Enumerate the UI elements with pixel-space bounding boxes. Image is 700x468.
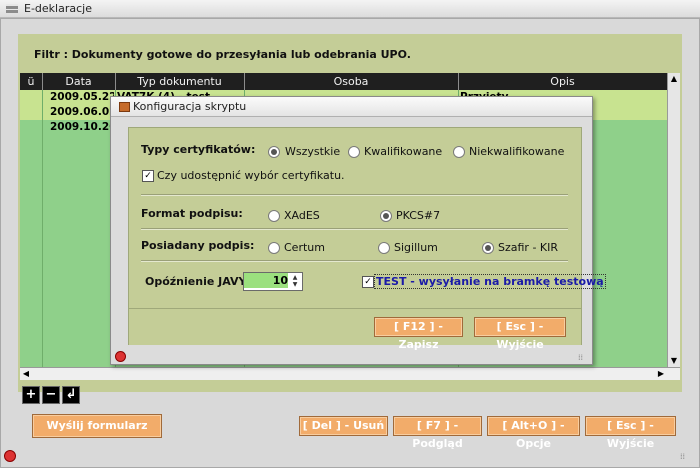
radio-signature-szafir[interactable]: [482, 242, 494, 254]
dialog-form: Typy certyfikatów: Wszystkie Kwalifikowa…: [128, 127, 606, 351]
send-form-button[interactable]: Wyślij formularz: [32, 414, 162, 438]
radio-format-xades[interactable]: [268, 210, 280, 222]
dialog-status-icon: [115, 351, 126, 362]
java-delay-stepper[interactable]: 10 ▲ ▼: [243, 272, 303, 291]
scroll-up-icon[interactable]: ▲: [668, 73, 680, 85]
dialog-title-bar[interactable]: Konfiguracja skryptu: [111, 97, 592, 117]
horizontal-scrollbar[interactable]: ◀ ▶: [20, 367, 680, 380]
radio-cert-unqualified[interactable]: [453, 146, 465, 158]
dialog-app-icon: [119, 102, 130, 112]
radio-cert-all[interactable]: [268, 146, 280, 158]
window-title-bar: E-deklaracje: [0, 0, 700, 18]
config-dialog: Konfiguracja skryptu Typy certyfikatów: …: [110, 96, 606, 365]
scroll-left-icon[interactable]: ◀: [20, 368, 32, 380]
radio-format-xades-label[interactable]: XAdES: [284, 209, 320, 222]
java-delay-label: Opóźnienie JAVY: [145, 275, 247, 288]
row-date: 2009.05.22: [50, 91, 114, 103]
filter-label: Filtr : Dokumenty gotowe do przesyłania …: [34, 48, 411, 61]
spin-down-icon[interactable]: ▼: [290, 281, 300, 288]
row-date: 2009.06.02: [50, 106, 114, 118]
format-label: Format podpisu:: [141, 207, 243, 220]
radio-cert-unqualified-label[interactable]: Niekwalifikowane: [469, 145, 564, 158]
plus-icon[interactable]: +: [22, 386, 40, 404]
radio-signature-certum-label[interactable]: Certum: [284, 241, 325, 254]
share-choice-checkbox[interactable]: ✓: [142, 170, 154, 182]
dialog-button-bar: [ F12 ] - Zapisz [ Esc ] - Wyjście: [129, 308, 581, 351]
radio-cert-all-label[interactable]: Wszystkie: [285, 145, 340, 158]
separator: [141, 194, 568, 196]
dialog-resize-grip-icon[interactable]: ⁞⁞: [578, 353, 587, 362]
radio-cert-qualified[interactable]: [348, 146, 360, 158]
spin-up-icon[interactable]: ▲: [290, 274, 300, 281]
test-checkbox-label[interactable]: TEST - wysyłanie na bramkę testową: [374, 274, 606, 289]
radio-signature-sigillum-label[interactable]: Sigillum: [394, 241, 438, 254]
save-button[interactable]: [ F12 ] - Zapisz: [374, 317, 463, 351]
scroll-right-icon[interactable]: ▶: [655, 368, 667, 380]
preview-button[interactable]: [ F7 ] - Podgląd: [393, 416, 482, 450]
resize-grip-icon[interactable]: ⁞⁞: [680, 452, 689, 461]
exit-button[interactable]: [ Esc ] - Wyjście: [585, 416, 676, 450]
window-menu-icon[interactable]: [6, 4, 18, 13]
radio-signature-szafir-label[interactable]: Szafir - KIR: [498, 241, 558, 254]
options-button[interactable]: [ Alt+O ] - Opcje: [487, 416, 580, 450]
column-header-date[interactable]: Data: [42, 73, 116, 90]
grid-line: [42, 90, 43, 367]
column-header-check[interactable]: ü: [20, 73, 43, 90]
radio-format-pkcs7[interactable]: [380, 210, 392, 222]
radio-cert-qualified-label[interactable]: Kwalifikowane: [364, 145, 442, 158]
java-delay-value[interactable]: 10: [244, 273, 288, 288]
test-checkbox[interactable]: ✓: [362, 276, 374, 288]
edit-icon[interactable]: ↲: [62, 386, 80, 404]
radio-signature-sigillum[interactable]: [378, 242, 390, 254]
cert-types-label: Typy certyfikatów:: [141, 143, 256, 156]
radio-format-pkcs7-label[interactable]: PKCS#7: [396, 209, 440, 222]
row-date: 2009.10.26: [50, 121, 114, 133]
vertical-scrollbar[interactable]: ▲ ▼: [667, 73, 680, 367]
column-header-description[interactable]: Opis: [458, 73, 667, 90]
separator: [141, 228, 568, 230]
minus-icon[interactable]: −: [42, 386, 60, 404]
column-header-person[interactable]: Osoba: [244, 73, 459, 90]
share-choice-label[interactable]: Czy udostępnić wybór certyfikatu.: [157, 169, 345, 182]
dialog-title: Konfiguracja skryptu: [133, 100, 247, 113]
separator: [141, 260, 568, 262]
window-title: E-deklaracje: [24, 2, 92, 15]
dialog-exit-button[interactable]: [ Esc ] - Wyjście: [474, 317, 566, 351]
table-header: ü Data Typ dokumentu Osoba Opis: [20, 73, 667, 90]
status-icon: [4, 450, 16, 462]
scroll-down-icon[interactable]: ▼: [668, 355, 680, 367]
delete-button[interactable]: [ Del ] - Usuń: [299, 416, 388, 436]
radio-signature-certum[interactable]: [268, 242, 280, 254]
column-header-type[interactable]: Typ dokumentu: [115, 73, 245, 90]
signature-label: Posiadany podpis:: [141, 239, 255, 252]
